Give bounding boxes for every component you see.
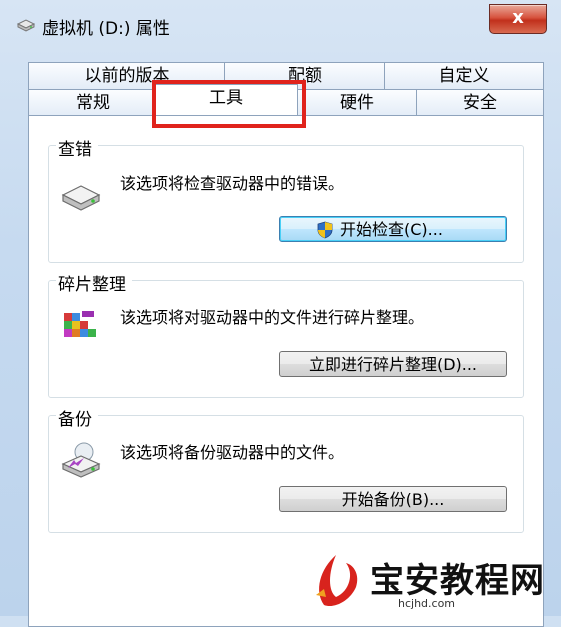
defrag-icon: [64, 311, 96, 337]
window-title: 虚拟机 (D:) 属性: [42, 19, 170, 39]
drive-icon: [61, 185, 101, 211]
group-title: 碎片整理: [56, 270, 132, 295]
watermark-logo-icon: [316, 555, 358, 607]
tab-general[interactable]: 常规: [28, 89, 158, 116]
start-check-label: 开始检查(C)...: [340, 220, 443, 239]
close-button[interactable]: x: [489, 4, 547, 34]
group-title: 备份: [56, 405, 98, 430]
watermark-url: hcjhd.com: [398, 597, 456, 610]
backup-icon: [61, 442, 101, 478]
watermark-text: 宝安教程网: [370, 561, 545, 601]
group-description: 该选项将对驱动器中的文件进行碎片整理。: [120, 308, 425, 327]
group-title: 查错: [56, 135, 98, 160]
start-check-button[interactable]: 开始检查(C)...: [279, 216, 507, 242]
defrag-now-button[interactable]: 立即进行碎片整理(D)...: [279, 351, 507, 377]
tab-customize[interactable]: 自定义: [384, 62, 544, 89]
shield-icon: [317, 221, 333, 239]
group-error-checking: [48, 145, 524, 263]
watermark: 宝安教程网 hcjhd.com: [300, 545, 561, 616]
group-description: 该选项将备份驱动器中的文件。: [120, 443, 345, 462]
start-backup-button[interactable]: 开始备份(B)...: [279, 486, 507, 512]
group-defrag: [48, 280, 524, 398]
highlight-box: [152, 80, 306, 128]
group-description: 该选项将检查驱动器中的错误。: [120, 174, 345, 193]
drive-icon: [16, 19, 36, 32]
tab-security[interactable]: 安全: [416, 89, 544, 116]
properties-window: 虚拟机 (D:) 属性 x 以前的版本 配额 自定义 常规 工具 硬件 安全 查…: [0, 0, 561, 627]
title-bar[interactable]: 虚拟机 (D:) 属性 x: [0, 0, 561, 52]
tab-hardware[interactable]: 硬件: [296, 89, 418, 116]
group-backup: [48, 415, 524, 533]
